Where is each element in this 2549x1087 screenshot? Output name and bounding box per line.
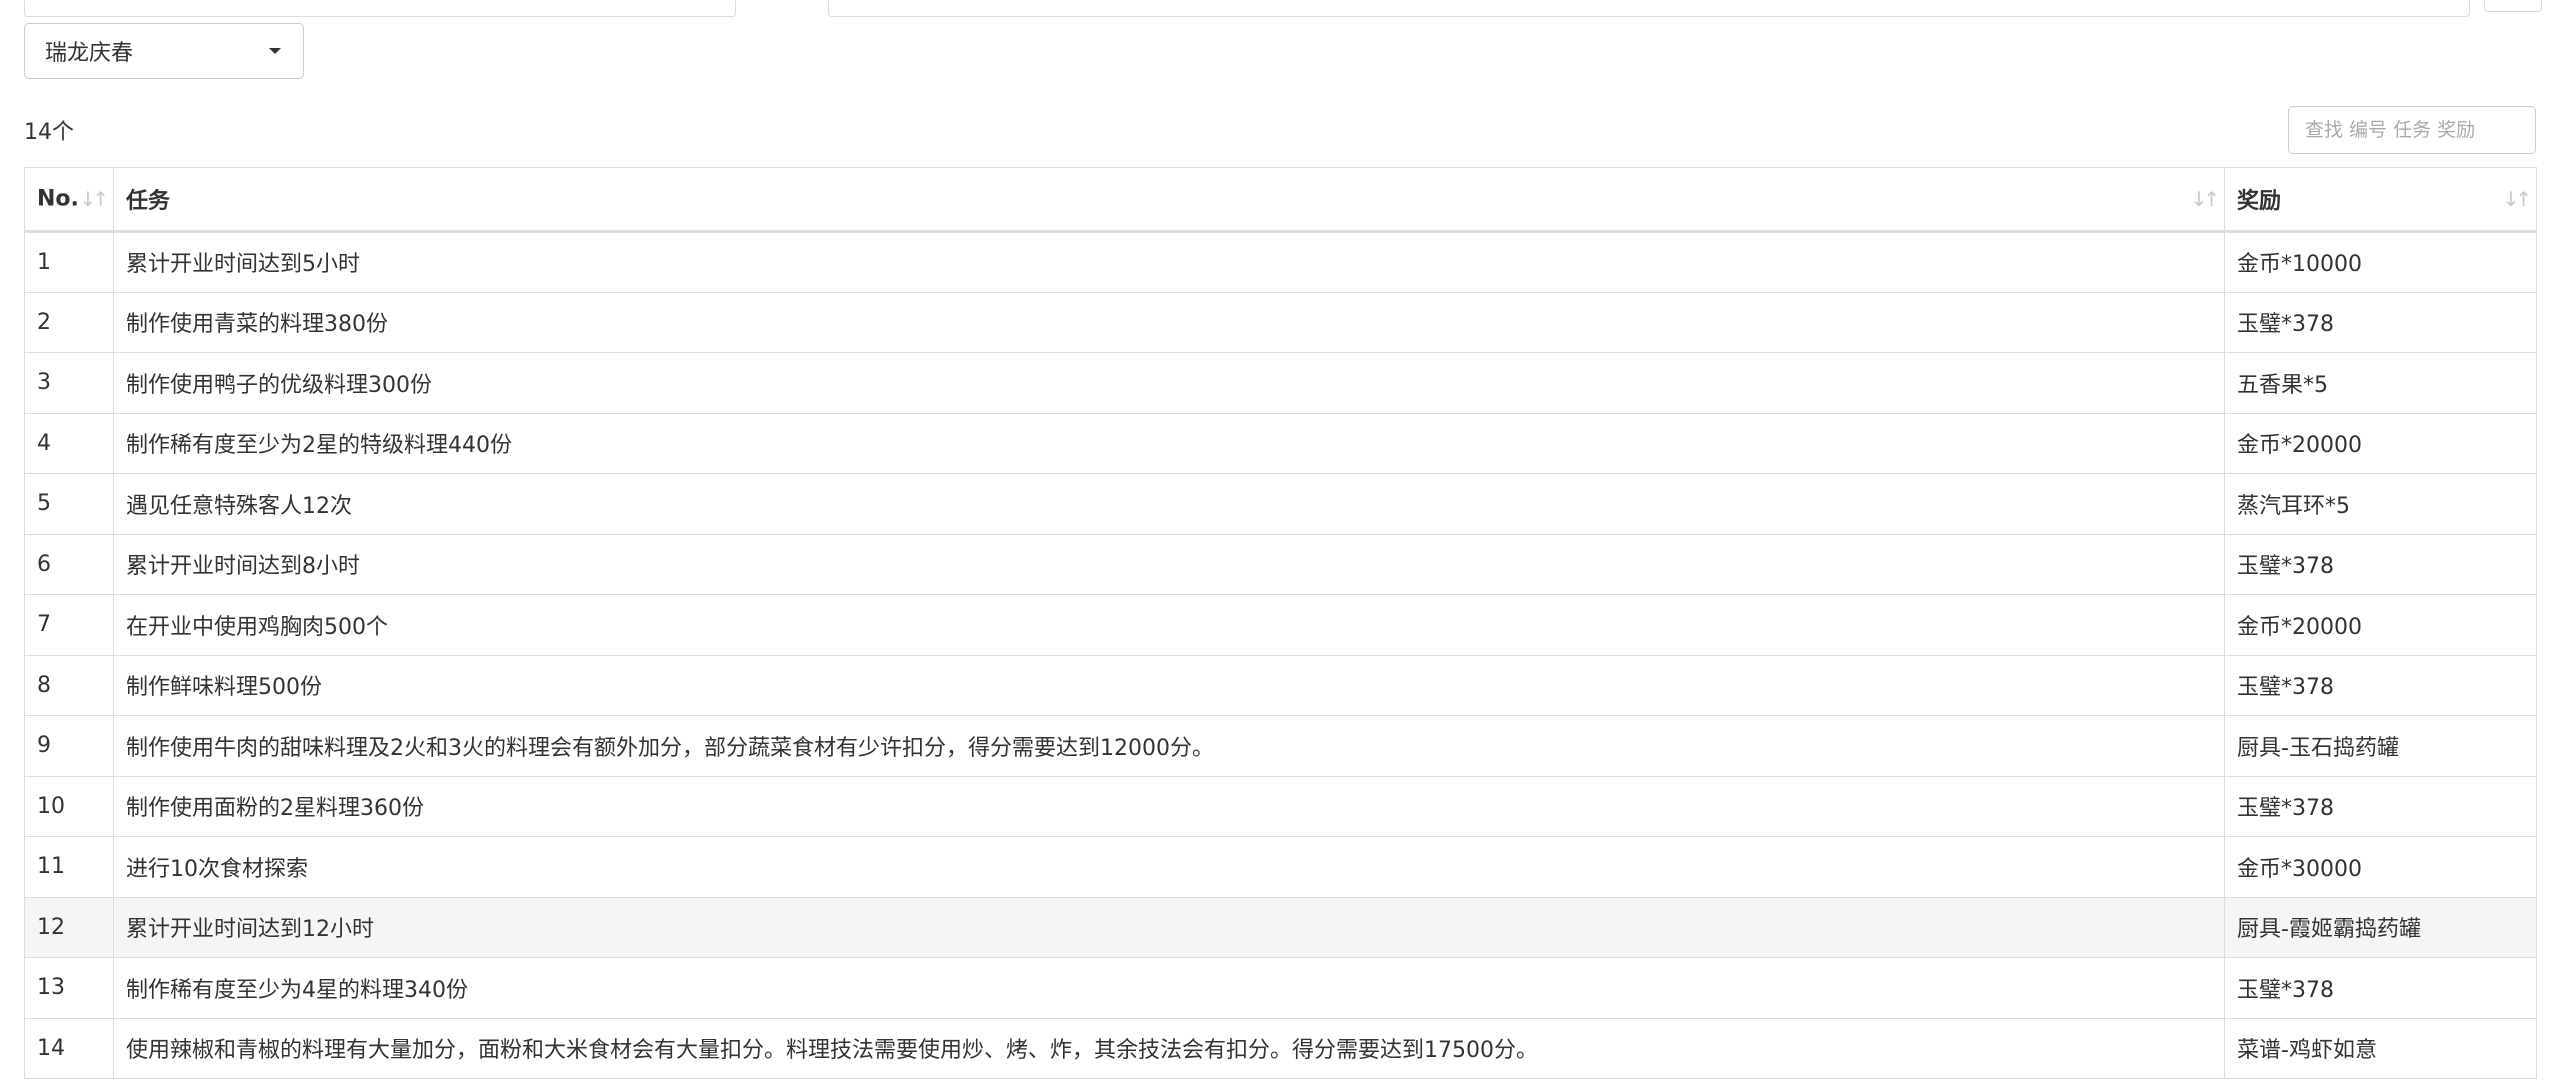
cell-reward: 玉璧*378: [2224, 291, 2537, 353]
cell-no: 13: [24, 957, 114, 1019]
cell-task: 制作使用牛肉的甜味料理及2火和3火的料理会有额外加分，部分蔬菜食材有少许扣分，得…: [113, 715, 2225, 777]
table-row: 5 遇见任意特殊客人12次 蒸汽耳环*5: [24, 473, 2537, 535]
event-select-dropdown[interactable]: 瑞龙庆春: [24, 23, 304, 79]
column-header-no[interactable]: No. ↓↑: [24, 167, 114, 233]
cell-task: 制作使用鸭子的优级料理300份: [113, 352, 2225, 414]
cell-no: 11: [24, 836, 114, 898]
table-row: 2 制作使用青菜的料理380份 玉璧*378: [24, 291, 2537, 353]
cell-task: 使用辣椒和青椒的料理有大量加分，面粉和大米食材会有大量扣分。料理技法需要使用炒、…: [113, 1017, 2225, 1079]
cell-no: 8: [24, 654, 114, 716]
cell-reward: 金币*30000: [2224, 836, 2537, 898]
table-row: 8 制作鲜味料理500份 玉璧*378: [24, 654, 2537, 716]
cell-reward: 玉璧*378: [2224, 775, 2537, 837]
cell-reward: 五香果*5: [2224, 352, 2537, 414]
task-table: No. ↓↑ 任务 ↓↑ 奖励 ↓↑ 1 累计开业时间达到5小时 金币*10000 2…: [24, 167, 2537, 1079]
table-row: 4 制作稀有度至少为2星的特级料理440份 金币*20000: [24, 412, 2537, 474]
table-header-row: No. ↓↑ 任务 ↓↑ 奖励 ↓↑: [24, 167, 2537, 233]
table-row: 12 累计开业时间达到12小时 厨具-霞姬霸捣药罐: [24, 896, 2537, 958]
table-row: 7 在开业中使用鸡胸肉500个 金币*20000: [24, 594, 2537, 656]
column-header-reward[interactable]: 奖励 ↓↑: [2224, 167, 2537, 233]
column-header-task[interactable]: 任务 ↓↑: [113, 167, 2225, 233]
sort-icon[interactable]: ↓↑: [2190, 187, 2219, 211]
column-header-reward-label: 奖励: [2237, 189, 2282, 214]
cell-reward: 金币*20000: [2224, 594, 2537, 656]
cell-task: 累计开业时间达到8小时: [113, 533, 2225, 595]
table-row: 10 制作使用面粉的2星料理360份 玉璧*378: [24, 775, 2537, 837]
cell-reward: 蒸汽耳环*5: [2224, 473, 2537, 535]
cell-no: 6: [24, 533, 114, 595]
cell-no: 2: [24, 291, 114, 353]
result-count: 14个: [24, 120, 74, 145]
caret-down-icon: [269, 48, 281, 54]
table-row: 1 累计开业时间达到5小时 金币*10000: [24, 231, 2537, 293]
column-header-no-label: No.: [37, 186, 79, 212]
cell-no: 5: [24, 473, 114, 535]
cell-no: 7: [24, 594, 114, 656]
cell-reward: 玉璧*378: [2224, 654, 2537, 716]
table-row: 9 制作使用牛肉的甜味料理及2火和3火的料理会有额外加分，部分蔬菜食材有少许扣分，…: [24, 715, 2537, 777]
cell-task: 在开业中使用鸡胸肉500个: [113, 594, 2225, 656]
table-row: 14 使用辣椒和青椒的料理有大量加分，面粉和大米食材会有大量扣分。料理技法需要使用…: [24, 1017, 2537, 1079]
event-select-value: 瑞龙庆春: [45, 41, 134, 66]
top-input-remnant[interactable]: [828, 0, 2470, 17]
page: 瑞龙庆春 14个 No. ↓↑ 任务 ↓↑: [0, 0, 2549, 1087]
cell-no: 10: [24, 775, 114, 837]
cell-reward: 金币*10000: [2224, 231, 2537, 293]
cell-task: 累计开业时间达到5小时: [113, 231, 2225, 293]
cell-no: 9: [24, 715, 114, 777]
cell-no: 12: [24, 896, 114, 958]
sort-icon[interactable]: ↓↑: [2502, 187, 2531, 211]
table-row: 3 制作使用鸭子的优级料理300份 五香果*5: [24, 352, 2537, 414]
cell-task: 制作使用青菜的料理380份: [113, 291, 2225, 353]
column-header-task-label: 任务: [126, 189, 171, 214]
cell-no: 14: [24, 1017, 114, 1079]
table-row: 11 进行10次食材探索 金币*30000: [24, 836, 2537, 898]
table-body: 1 累计开业时间达到5小时 金币*10000 2 制作使用青菜的料理380份 玉璧*378…: [24, 231, 2537, 1079]
top-button-remnant[interactable]: [2484, 0, 2542, 12]
cell-task: 制作鲜味料理500份: [113, 654, 2225, 716]
cell-reward: 玉璧*378: [2224, 957, 2537, 1019]
task-table-container: No. ↓↑ 任务 ↓↑ 奖励 ↓↑ 1 累计开业时间达到5小时 金币*10000 2…: [24, 167, 2537, 1079]
cell-task: 制作稀有度至少为4星的料理340份: [113, 957, 2225, 1019]
cell-reward: 厨具-霞姬霸捣药罐: [2224, 896, 2537, 958]
cell-reward: 玉璧*378: [2224, 533, 2537, 595]
sort-icon[interactable]: ↓↑: [79, 187, 108, 211]
cell-task: 制作使用面粉的2星料理360份: [113, 775, 2225, 837]
cell-reward: 厨具-玉石捣药罐: [2224, 715, 2537, 777]
cell-task: 进行10次食材探索: [113, 836, 2225, 898]
cell-no: 4: [24, 412, 114, 474]
top-select-remnant[interactable]: [24, 0, 736, 17]
table-row: 13 制作稀有度至少为4星的料理340份 玉璧*378: [24, 957, 2537, 1019]
cell-reward: 金币*20000: [2224, 412, 2537, 474]
cell-no: 3: [24, 352, 114, 414]
cell-task: 制作稀有度至少为2星的特级料理440份: [113, 412, 2225, 474]
cell-task: 累计开业时间达到12小时: [113, 896, 2225, 958]
search-input[interactable]: [2288, 106, 2536, 154]
cell-no: 1: [24, 231, 114, 293]
cell-reward: 菜谱-鸡虾如意: [2224, 1017, 2537, 1079]
cell-task: 遇见任意特殊客人12次: [113, 473, 2225, 535]
table-row: 6 累计开业时间达到8小时 玉璧*378: [24, 533, 2537, 595]
